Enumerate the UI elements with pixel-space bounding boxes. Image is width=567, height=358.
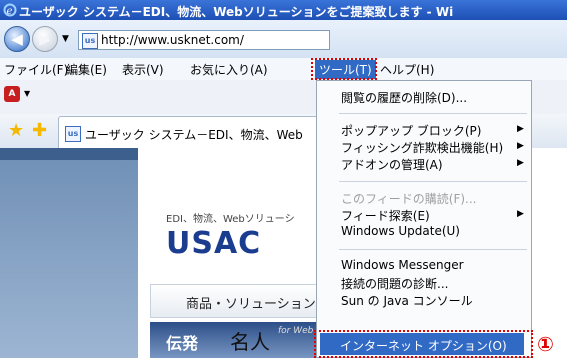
ie-logo-icon: e [3,3,17,17]
menu-windows-messenger[interactable]: Windows Messenger [341,258,464,272]
menu-file[interactable]: ファイル(F) [4,61,68,78]
menu-view[interactable]: 表示(V) [122,61,164,78]
svg-text:e: e [7,6,13,17]
back-arrow-icon: ◀ [11,30,23,48]
window-title: ユーザック システム－EDI、物流、Webソリューションをご提案致します - W… [19,5,454,19]
address-bar[interactable]: us http://www.usknet.com/ [78,30,330,50]
pdf-dropdown-icon[interactable]: ▼ [24,89,30,98]
browser-tab[interactable]: us ユーザック システム－EDI、物流、Web [58,116,330,149]
menu-popup-blocker[interactable]: ポップアップ ブロック(P) [341,122,481,139]
menu-separator [339,249,527,250]
submenu-arrow-icon: ▶ [517,141,524,151]
menu-separator [339,181,527,182]
submenu-arrow-icon: ▶ [517,124,524,134]
pdf-icon[interactable]: A [4,86,20,102]
menu-separator [339,113,527,114]
add-favorites-star-icon[interactable]: ✚ [32,120,47,141]
products-nav-label: 商品・ソリューション [186,297,316,312]
page-left-panel [0,148,138,358]
denpatsu-banner[interactable]: 伝発 名人 for Web [150,322,320,358]
menu-help[interactable]: ヘルプ(H) [380,61,434,78]
menu-diagnose-connection[interactable]: 接続の問題の診断... [341,275,448,292]
menu-edit[interactable]: 編集(E) [66,61,107,78]
forward-arrow-icon: ▶ [39,30,51,48]
menu-windows-update[interactable]: Windows Update(U) [341,224,460,238]
banner-text-1: 伝発 [166,334,199,353]
menu-favorites[interactable]: お気に入り(A) [190,61,268,78]
tools-dropdown-menu: 閲覧の履歴の削除(D)... ポップアップ ブロック(P) ▶ フィッシング詐欺… [316,80,532,358]
page-tagline: EDI、物流、Webソリューシ [166,214,295,225]
tab-title: ユーザック システム－EDI、物流、Web [85,128,303,142]
menu-feed-discovery[interactable]: フィード探索(E) [341,207,430,224]
menu-sun-java-console[interactable]: Sun の Java コンソール [341,292,473,309]
back-button[interactable]: ◀ [4,26,30,52]
menu-subscribe-feed[interactable]: このフィードの購読(F)... [341,190,476,207]
step-callout-number: ① [537,332,554,356]
site-favicon-icon: us [82,33,98,49]
favorites-center-star-icon[interactable]: ★ [8,120,24,141]
tools-highlight-box [311,58,377,80]
submenu-arrow-icon: ▶ [517,209,524,219]
menu-phishing-filter[interactable]: フィッシング詐欺検出機能(H) [341,139,503,156]
forward-button[interactable]: ▶ [32,26,58,52]
address-url: http://www.usknet.com/ [101,33,244,47]
banner-text-3: for Web [278,326,314,336]
menu-bar: ファイル(F) 編集(E) 表示(V) お気に入り(A) ツール(T) ヘルプ(… [0,58,567,80]
banner-text-2: 名人 [230,330,270,354]
tab-favicon-icon: us [65,126,81,142]
menu-delete-history[interactable]: 閲覧の履歴の削除(D)... [341,89,467,106]
internet-options-highlight-box [314,330,533,358]
address-toolbar: ◀ ▶ ▼ us http://www.usknet.com/ [0,20,567,59]
recent-pages-dropdown-icon[interactable]: ▼ [62,34,69,44]
submenu-arrow-icon: ▶ [517,158,524,168]
title-bar: e ユーザック システム－EDI、物流、Webソリューションをご提案致します -… [0,0,567,20]
usac-logo[interactable]: USAC [166,226,261,261]
menu-manage-addons[interactable]: アドオンの管理(A) [341,156,443,173]
products-nav-button[interactable]: 商品・ソリューション [150,284,322,318]
